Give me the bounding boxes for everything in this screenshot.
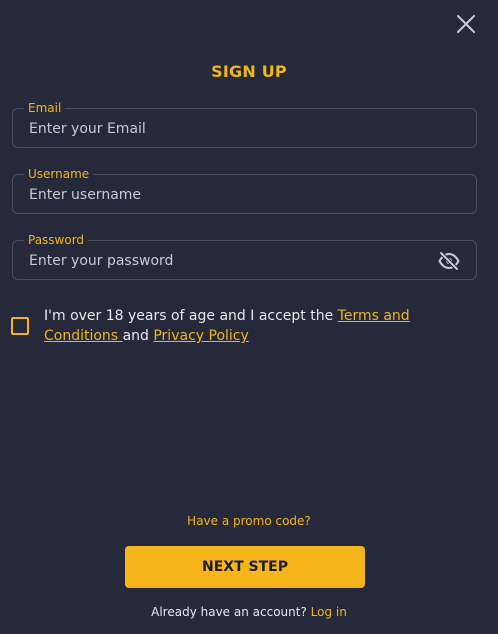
email-field: Email [12, 100, 477, 149]
close-icon[interactable] [456, 14, 476, 34]
consent-text: I'm over 18 years of age and I accept th… [44, 306, 464, 346]
promo-code-link[interactable]: Have a promo code? [0, 514, 498, 528]
username-field: Username [12, 166, 477, 215]
next-step-button[interactable]: NEXT STEP [125, 546, 365, 588]
consent-prefix: I'm over 18 years of age and I accept th… [44, 308, 338, 324]
eye-slash-icon[interactable] [438, 251, 460, 271]
email-input[interactable] [27, 109, 431, 149]
privacy-policy-link[interactable]: Privacy Policy [153, 328, 248, 344]
consent-middle: and [122, 328, 154, 344]
username-input[interactable] [27, 175, 431, 215]
page-title: SIGN UP [211, 62, 287, 81]
signup-modal: SIGN UP Email Username Password I'm over… [0, 0, 498, 634]
login-prompt: Already have an account? Log in [0, 605, 498, 619]
login-link[interactable]: Log in [311, 605, 347, 619]
password-field: Password [12, 232, 477, 281]
password-input[interactable] [27, 241, 431, 281]
login-prompt-text: Already have an account? [151, 605, 311, 619]
age-consent-checkbox[interactable] [11, 317, 29, 335]
